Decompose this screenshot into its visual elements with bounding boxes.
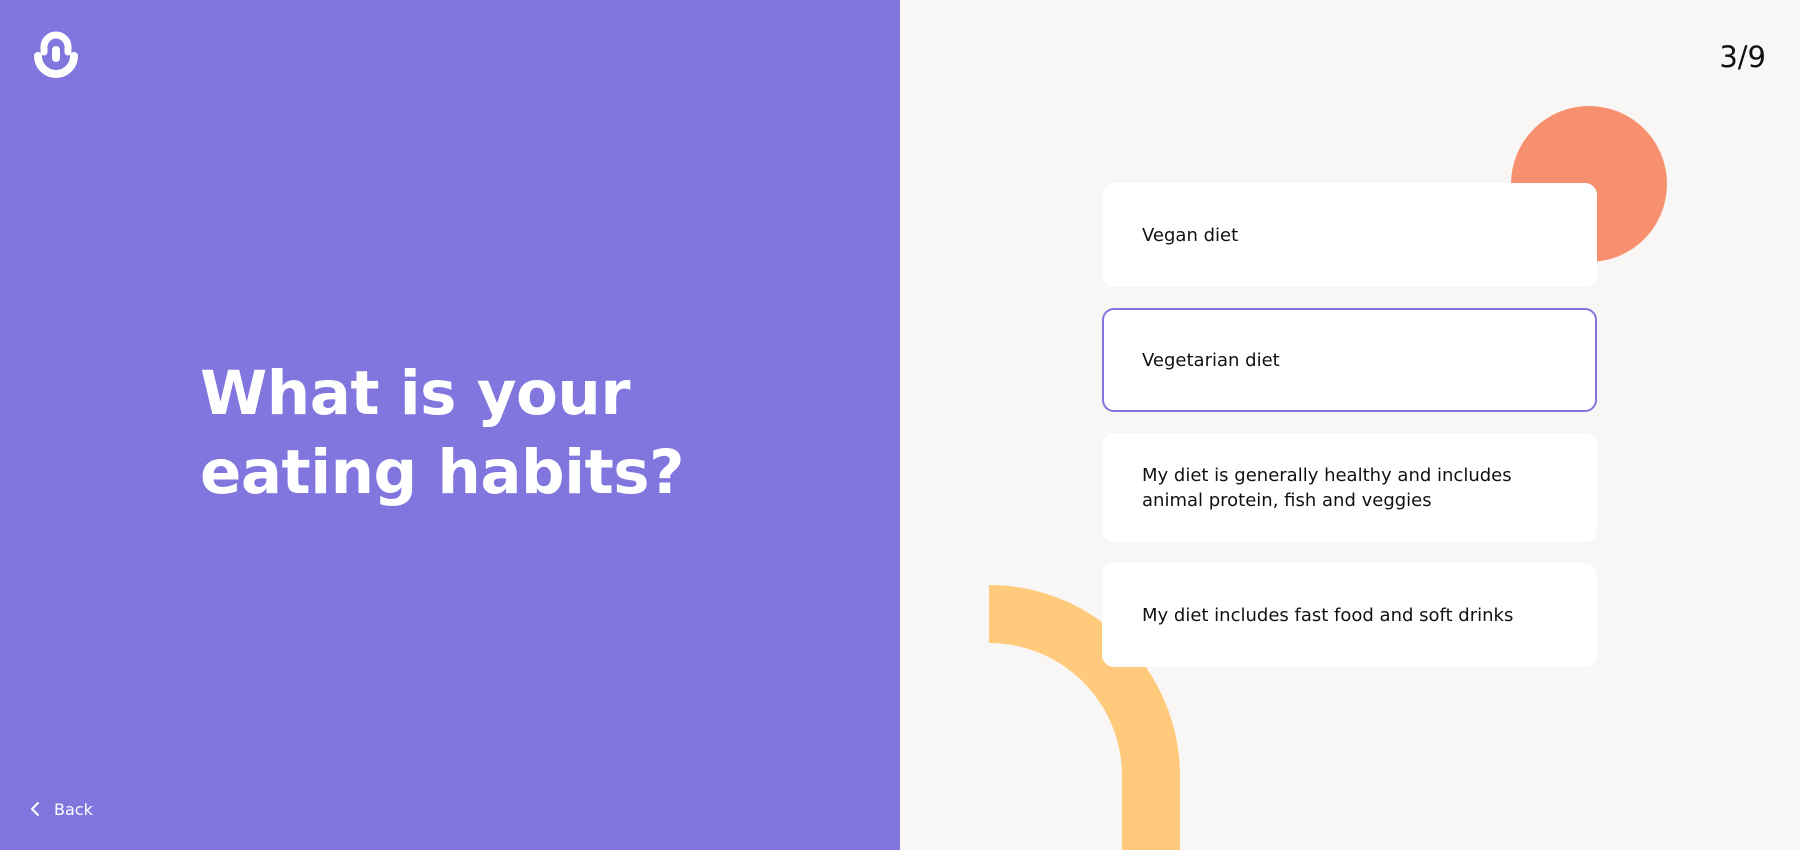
question-panel: What is your eating habits? Back <box>0 0 900 850</box>
lock-logo-icon[interactable] <box>34 30 78 82</box>
question-title: What is your eating habits? <box>200 358 684 508</box>
option-vegetarian[interactable]: Vegetarian diet <box>1102 308 1597 412</box>
answers-panel: 3/9 Vegan diet Vegetarian diet My diet i… <box>900 0 1800 850</box>
answer-options: Vegan diet Vegetarian diet My diet is ge… <box>1102 183 1597 688</box>
option-label: Vegan diet <box>1142 224 1239 246</box>
back-button[interactable]: Back <box>30 797 93 821</box>
option-label: Vegetarian diet <box>1142 349 1280 371</box>
option-label: My diet includes fast food and soft drin… <box>1142 604 1514 626</box>
back-label: Back <box>54 799 93 819</box>
option-fast-food[interactable]: My diet includes fast food and soft drin… <box>1102 563 1597 667</box>
option-healthy[interactable]: My diet is generally healthy and include… <box>1102 433 1597 542</box>
option-label: My diet is generally healthy and include… <box>1142 464 1512 511</box>
step-counter: 3/9 <box>1719 40 1766 74</box>
option-vegan[interactable]: Vegan diet <box>1102 183 1597 287</box>
chevron-left-icon <box>31 802 39 816</box>
